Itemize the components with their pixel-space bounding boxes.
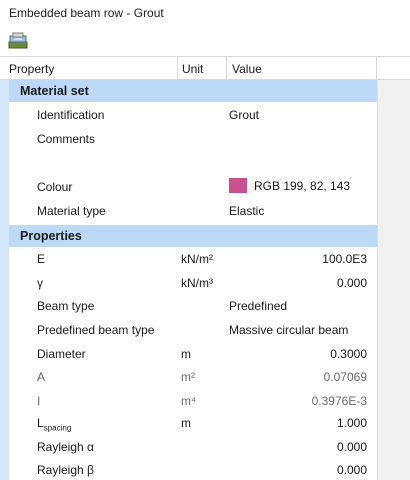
I-value: 0.3976E-3: [311, 394, 367, 408]
row-rayleigh-beta[interactable]: Rayleigh β 0.000: [9, 463, 377, 480]
row-diameter[interactable]: Diameter m 0.3000: [9, 347, 377, 367]
row-predefined-beam-type[interactable]: Predefined beam type Massive circular be…: [9, 323, 377, 343]
diameter-value[interactable]: 0.3000: [330, 347, 367, 361]
L-spacing-value[interactable]: 1.000: [337, 416, 367, 430]
section-properties[interactable]: Properties: [9, 225, 377, 247]
window-title: Embedded beam row - Grout: [9, 6, 164, 20]
row-comments[interactable]: Comments: [9, 132, 377, 178]
row-identification[interactable]: Identification Grout: [9, 108, 377, 128]
material-database-icon: [8, 32, 28, 49]
row-gamma[interactable]: γ kN/m³ 0.000: [9, 276, 377, 296]
E-value[interactable]: 100.0E3: [322, 252, 367, 266]
material-database-button[interactable]: [8, 32, 28, 50]
column-property[interactable]: Property: [9, 62, 54, 76]
material-type-value[interactable]: Elastic: [229, 204, 264, 218]
row-rayleigh-alpha[interactable]: Rayleigh α 0.000: [9, 440, 377, 460]
identification-value[interactable]: Grout: [229, 108, 259, 122]
predefined-beam-type-value[interactable]: Massive circular beam: [229, 323, 348, 337]
rayleigh-alpha-value[interactable]: 0.000: [337, 440, 367, 454]
row-A: A m² 0.07069: [37, 370, 367, 384]
row-material-type[interactable]: Material type Elastic: [9, 204, 377, 224]
colour-swatch[interactable]: [229, 178, 247, 193]
row-beam-type[interactable]: Beam type Predefined: [9, 299, 377, 319]
vertical-scrollbar[interactable]: [377, 80, 410, 480]
row-I: I m⁴ 0.3976E-3: [37, 394, 367, 408]
section-material-set[interactable]: Material set: [9, 80, 377, 102]
gamma-value[interactable]: 0.000: [337, 276, 367, 290]
colour-value[interactable]: RGB 199, 82, 143: [229, 178, 350, 193]
row-E[interactable]: E kN/m² 100.0E3: [9, 252, 377, 272]
row-colour[interactable]: Colour RGB 199, 82, 143: [9, 178, 377, 200]
A-value: 0.07069: [323, 370, 367, 384]
column-value[interactable]: Value: [232, 62, 262, 76]
rayleigh-beta-value[interactable]: 0.000: [337, 463, 367, 477]
property-grid: Material set Identification Grout Commen…: [0, 80, 410, 480]
row-L-spacing[interactable]: Lspacing m 1.000: [9, 416, 377, 440]
beam-type-value[interactable]: Predefined: [229, 299, 287, 313]
column-unit[interactable]: Unit: [182, 62, 203, 76]
column-header: Property Unit Value: [0, 56, 410, 80]
